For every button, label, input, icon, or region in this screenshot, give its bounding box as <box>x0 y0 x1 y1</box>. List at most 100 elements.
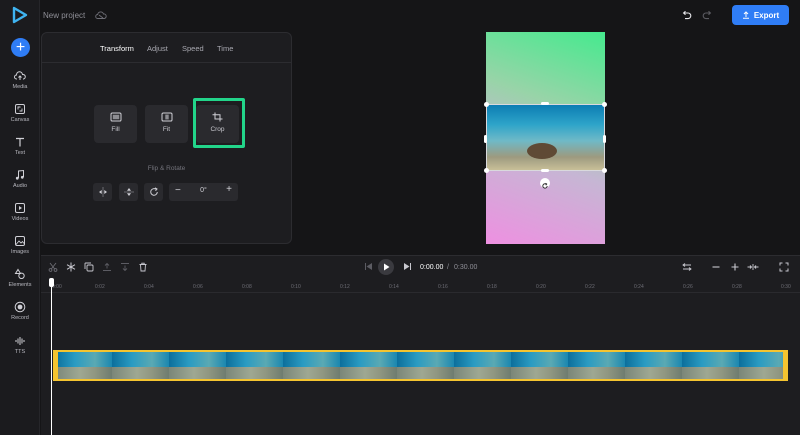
sidebar-item-label: Elements <box>8 282 32 288</box>
flip-vertical-button[interactable] <box>119 183 138 201</box>
playhead-handle[interactable] <box>49 278 54 287</box>
ruler-tick: 0:06 <box>193 284 203 290</box>
sidebar-item-media[interactable]: Media <box>0 70 40 100</box>
sidebar-item-label: Audio <box>12 183 28 189</box>
sidebar-item-images[interactable]: Images <box>0 235 40 265</box>
resize-handle-bottom-left[interactable] <box>484 168 489 173</box>
export-button[interactable]: Export <box>732 5 789 25</box>
playhead[interactable] <box>51 280 52 435</box>
delete-icon[interactable] <box>138 262 148 272</box>
resize-handle-left[interactable] <box>484 135 487 143</box>
project-name[interactable]: New project <box>43 11 85 20</box>
fit-label: Fit <box>162 126 171 133</box>
flip-vertical-icon <box>124 188 133 196</box>
skip-back-icon[interactable] <box>364 262 373 271</box>
sidebar-item-elements[interactable]: Elements <box>0 268 40 298</box>
video-clip-track[interactable] <box>53 350 788 381</box>
duplicate-icon[interactable] <box>84 262 94 272</box>
sidebar: + Media Canvas Text Audio Videos Images … <box>0 0 40 435</box>
cloud-sync-icon <box>95 11 107 19</box>
ruler-tick: 0:12 <box>340 284 350 290</box>
zoom-fit-icon[interactable] <box>747 262 759 272</box>
resize-handle-top-left[interactable] <box>484 102 489 107</box>
sidebar-item-record[interactable]: Record <box>0 301 40 331</box>
ruler-tick: 0:24 <box>634 284 644 290</box>
sidebar-item-label: Record <box>11 315 29 321</box>
resize-handle-right[interactable] <box>603 135 606 143</box>
sidebar-item-label: Videos <box>11 216 29 222</box>
tab-adjust[interactable]: Adjust <box>147 44 168 53</box>
logo-icon[interactable] <box>11 6 29 24</box>
add-media-button[interactable]: + <box>11 38 30 57</box>
fit-timeline-icon[interactable] <box>682 262 692 272</box>
time-separator: / <box>447 264 449 271</box>
ruler-tick: 0:20 <box>536 284 546 290</box>
resize-handle-top[interactable] <box>541 102 549 105</box>
sidebar-item-text[interactable]: Text <box>0 136 40 166</box>
play-icon <box>384 263 390 271</box>
ruler-tick: 0:02 <box>95 284 105 290</box>
ruler-tick: 0:08 <box>242 284 252 290</box>
rotate-button[interactable] <box>144 183 163 201</box>
timeline-toolbar: 0:00.00 / 0:30.00 <box>41 256 800 278</box>
ruler-tick: 0:18 <box>487 284 497 290</box>
fill-option-button[interactable]: Fill <box>94 105 137 143</box>
shapes-icon <box>14 268 25 280</box>
video-preview[interactable] <box>486 104 605 171</box>
panel-tabs: Transform Adjust Speed Time <box>42 33 291 63</box>
sidebar-item-tts[interactable]: TTS <box>0 335 40 365</box>
waveform-icon <box>15 337 25 345</box>
redo-icon[interactable] <box>702 10 713 21</box>
fill-icon <box>110 112 121 122</box>
split-icon[interactable] <box>48 262 58 272</box>
rotation-stepper: − 0° + <box>169 183 238 201</box>
skip-forward-icon[interactable] <box>403 262 412 271</box>
zoom-out-icon[interactable] <box>711 262 721 272</box>
sidebar-item-canvas[interactable]: Canvas <box>0 103 40 133</box>
resize-handle-bottom[interactable] <box>541 169 549 172</box>
resize-handle-bottom-right[interactable] <box>602 168 607 173</box>
text-icon <box>16 137 24 147</box>
sidebar-item-label: TTS <box>14 349 26 355</box>
sidebar-item-label: Images <box>10 249 30 255</box>
sidebar-item-audio[interactable]: Audio <box>0 169 40 199</box>
image-icon <box>15 236 25 246</box>
sidebar-item-label: Canvas <box>10 117 30 123</box>
clip-trim-handle-left[interactable] <box>53 350 58 381</box>
ruler-tick: 0:22 <box>585 284 595 290</box>
timeline: 0:00.00 / 0:30.00 0:00 0:02 0:04 0:06 0:… <box>41 255 800 435</box>
rotation-increase-button[interactable]: + <box>226 184 232 195</box>
ruler-tick: 0:28 <box>732 284 742 290</box>
ruler-tick: 0:14 <box>389 284 399 290</box>
play-button[interactable] <box>378 259 394 275</box>
cloud-upload-icon <box>14 71 26 80</box>
fit-option-button[interactable]: Fit <box>145 105 188 143</box>
timeline-ruler[interactable]: 0:00 0:02 0:04 0:06 0:08 0:10 0:12 0:14 … <box>41 281 800 293</box>
rotate-icon <box>149 187 158 196</box>
upload-icon <box>742 11 749 19</box>
tab-transform[interactable]: Transform <box>100 44 134 53</box>
sidebar-item-videos[interactable]: Videos <box>0 202 40 232</box>
rotate-handle-icon <box>542 182 548 189</box>
zoom-in-icon[interactable] <box>730 262 740 272</box>
undo-icon[interactable] <box>681 10 692 21</box>
move-down-icon[interactable] <box>120 262 130 272</box>
tab-time[interactable]: Time <box>217 44 233 53</box>
sidebar-item-label: Media <box>12 84 28 90</box>
current-time: 0:00.00 <box>420 264 444 271</box>
export-label: Export <box>753 10 780 20</box>
resize-handle-top-right[interactable] <box>602 102 607 107</box>
move-up-icon[interactable] <box>102 262 112 272</box>
total-time: 0:30.00 <box>454 264 478 271</box>
flip-rotate-label: Flip & Rotate <box>147 165 186 172</box>
rotate-handle[interactable] <box>540 178 550 189</box>
clip-trim-handle-right[interactable] <box>783 350 788 381</box>
sidebar-item-label: Text <box>14 150 26 156</box>
clip-thumbnails <box>55 367 786 379</box>
freeze-icon[interactable] <box>66 262 76 272</box>
flip-horizontal-button[interactable] <box>93 183 112 201</box>
tab-speed[interactable]: Speed <box>182 44 204 53</box>
fill-label: Fill <box>111 126 120 133</box>
turtle-image <box>527 143 557 159</box>
fullscreen-icon[interactable] <box>779 262 789 272</box>
